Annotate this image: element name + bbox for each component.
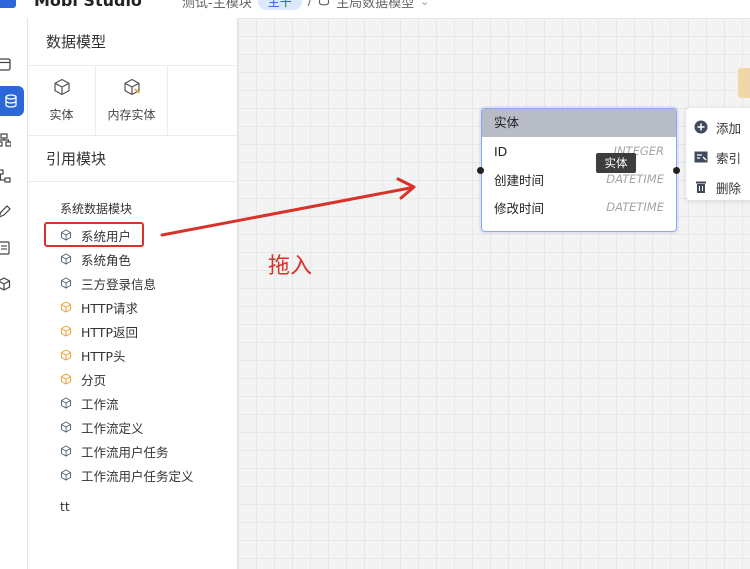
branch-badge[interactable]: 主干 bbox=[257, 0, 302, 10]
tool-entity[interactable]: 实体 bbox=[28, 66, 96, 135]
offscreen-entity-edge[interactable] bbox=[738, 68, 750, 98]
chevron-down-icon[interactable]: ⌄ bbox=[420, 0, 429, 8]
menu-item-index[interactable]: 索引 bbox=[686, 142, 750, 172]
menu-item-delete[interactable]: 删除 bbox=[686, 172, 750, 202]
data-model-nav-button[interactable] bbox=[0, 86, 24, 116]
cube-icon bbox=[61, 349, 71, 361]
app-logo bbox=[0, 0, 16, 8]
cube-icon bbox=[61, 469, 71, 481]
memory-cube-icon bbox=[123, 78, 141, 100]
list-item[interactable]: 分页 bbox=[28, 367, 237, 391]
list-item-label: 系统角色 bbox=[81, 252, 132, 268]
data-model-title: 数据模型 bbox=[28, 18, 237, 66]
entity-tooltip: 实体 bbox=[596, 153, 636, 173]
pen-icon[interactable] bbox=[0, 204, 15, 222]
list-item-label: HTTP返回 bbox=[81, 324, 138, 340]
app-title: Mobi Studio bbox=[34, 0, 142, 10]
side-panel: 数据模型 实体 内存实体 引用模块 系统数据模块 系统用户 系统角色 三方登录信… bbox=[28, 18, 238, 569]
document-icon[interactable] bbox=[0, 240, 15, 258]
hierarchy-icon[interactable] bbox=[0, 132, 15, 150]
cube-icon[interactable] bbox=[0, 276, 15, 294]
flow-icon[interactable] bbox=[0, 168, 15, 186]
field-name: 创建时间 bbox=[494, 172, 545, 188]
cube-icon bbox=[61, 445, 71, 457]
list-item[interactable]: 工作流定义 bbox=[28, 415, 237, 439]
list-item-label: 分页 bbox=[81, 372, 107, 388]
referenced-modules-title: 引用模块 bbox=[28, 136, 237, 182]
menu-item-label: 添加 bbox=[716, 120, 742, 136]
list-item-label: 工作流用户任务 bbox=[81, 444, 169, 460]
entity-toolbox: 实体 内存实体 bbox=[28, 66, 237, 136]
list-item-label: HTTP头 bbox=[81, 348, 126, 364]
plus-circle-icon bbox=[694, 120, 708, 134]
entity-card[interactable]: 实体 ID INTEGER 创建时间 DATETIME 修改时间 DATETIM… bbox=[481, 108, 677, 232]
list-item[interactable]: 工作流用户任务定义 bbox=[28, 463, 237, 487]
breadcrumb-page[interactable]: 主局数据模型 bbox=[336, 0, 414, 11]
field-type: DATETIME bbox=[606, 172, 664, 186]
cube-icon bbox=[61, 277, 71, 289]
list-item[interactable]: HTTP请求 bbox=[28, 295, 237, 319]
icon-rail bbox=[0, 18, 28, 569]
drag-in-annotation: 拖入 bbox=[268, 254, 313, 279]
list-item[interactable]: HTTP头 bbox=[28, 343, 237, 367]
breadcrumb: 测试-主模块 主干 / 主局数据模型 ⌄ bbox=[182, 0, 429, 11]
trash-icon bbox=[696, 181, 706, 193]
list-item[interactable]: 系统角色 bbox=[28, 247, 237, 271]
cube-icon bbox=[61, 397, 71, 409]
design-canvas[interactable] bbox=[238, 18, 750, 569]
entity-right-port[interactable] bbox=[673, 167, 680, 174]
tool-memory-entity-label: 内存实体 bbox=[107, 108, 156, 122]
entity-context-menu: 添加 索引 删除 bbox=[686, 108, 750, 200]
field-type: DATETIME bbox=[606, 200, 664, 214]
field-name: ID bbox=[494, 143, 508, 159]
cube-icon bbox=[61, 421, 71, 433]
list-item[interactable]: 工作流 bbox=[28, 391, 237, 415]
cube-icon bbox=[61, 301, 71, 313]
list-item-label: HTTP请求 bbox=[81, 300, 138, 316]
menu-item-label: 删除 bbox=[716, 180, 742, 196]
highlight-box bbox=[44, 222, 144, 247]
index-icon bbox=[694, 151, 708, 163]
entity-left-port[interactable] bbox=[477, 167, 484, 174]
system-entity-list: 系统用户 系统角色 三方登录信息 HTTP请求 HTTP返回 HTTP头 分页 … bbox=[28, 223, 237, 487]
list-item-label: 工作流 bbox=[81, 396, 119, 412]
breadcrumb-separator: / bbox=[307, 0, 313, 9]
cube-icon bbox=[61, 373, 71, 385]
list-item[interactable]: 工作流用户任务 bbox=[28, 439, 237, 463]
list-item[interactable]: HTTP返回 bbox=[28, 319, 237, 343]
entity-field-row[interactable]: 创建时间 DATETIME bbox=[482, 165, 676, 193]
menu-item-add[interactable]: 添加 bbox=[686, 112, 750, 142]
cube-icon bbox=[53, 78, 71, 100]
cube-icon bbox=[61, 253, 71, 265]
module-tt[interactable]: tt bbox=[28, 499, 237, 514]
breadcrumb-module[interactable]: 测试-主模块 bbox=[182, 0, 252, 11]
entity-title[interactable]: 实体 bbox=[482, 109, 676, 137]
tool-entity-label: 实体 bbox=[49, 108, 74, 122]
entity-field-row[interactable]: 修改时间 DATETIME bbox=[482, 193, 676, 221]
entity-field-row[interactable]: ID INTEGER bbox=[482, 137, 676, 165]
calendar-icon[interactable] bbox=[0, 56, 15, 74]
system-module-group-title: 系统数据模块 bbox=[60, 202, 133, 216]
cube-icon bbox=[61, 325, 71, 337]
menu-item-label: 索引 bbox=[716, 150, 742, 166]
tool-memory-entity[interactable]: 内存实体 bbox=[96, 66, 168, 135]
database-icon bbox=[318, 0, 330, 10]
top-bar: Mobi Studio 测试-主模块 主干 / 主局数据模型 ⌄ bbox=[0, 0, 750, 18]
list-item-label: 工作流定义 bbox=[81, 420, 144, 436]
list-item-label: 工作流用户任务定义 bbox=[81, 468, 194, 484]
list-item-label: 三方登录信息 bbox=[81, 276, 157, 292]
list-item[interactable]: 三方登录信息 bbox=[28, 271, 237, 295]
field-name: 修改时间 bbox=[494, 200, 545, 216]
